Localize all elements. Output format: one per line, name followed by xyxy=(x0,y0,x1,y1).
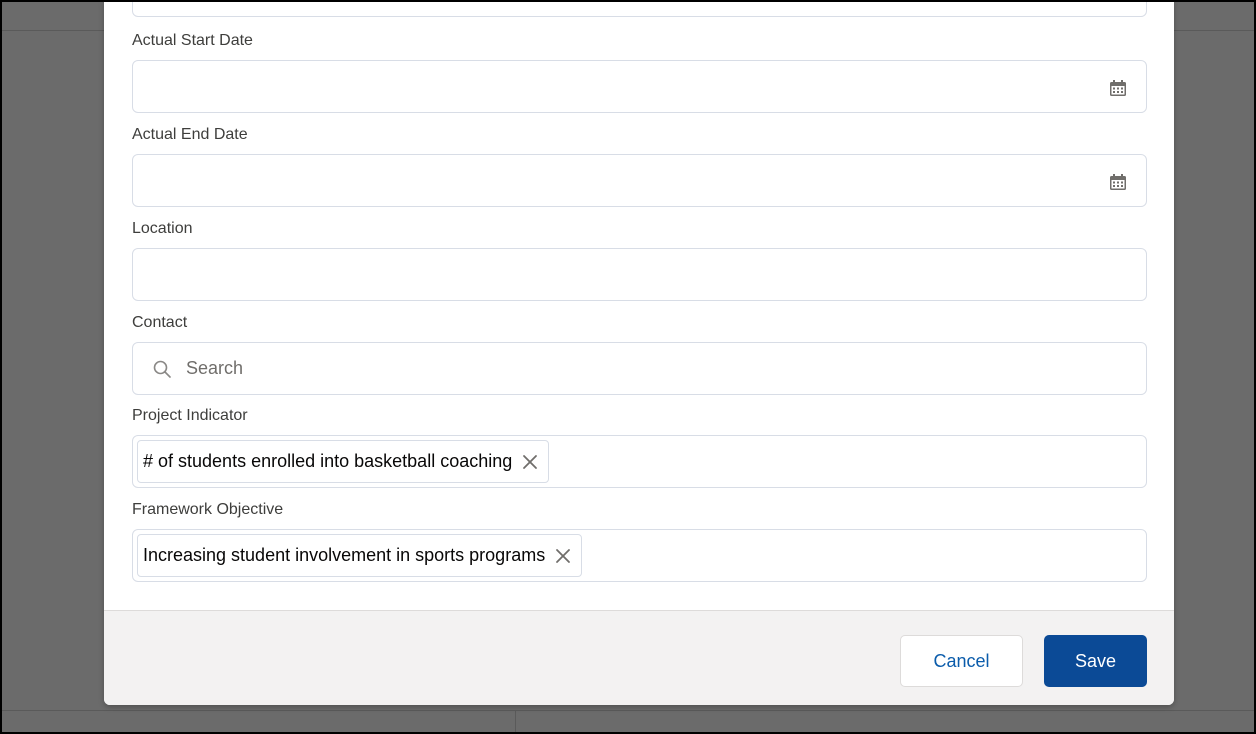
actual-end-date-label: Actual End Date xyxy=(132,126,248,143)
framework-objective-pill: Increasing student involvement in sports… xyxy=(137,534,583,577)
location-label: Location xyxy=(132,220,193,237)
save-button[interactable]: Save xyxy=(1044,635,1147,687)
actual-start-date-label: Actual Start Date xyxy=(132,32,253,49)
contact-search-placeholder: Search xyxy=(186,358,244,378)
contact-lookup-input[interactable]: Search xyxy=(132,342,1147,395)
modal-body: Actual Start Date Actual End Date Locati… xyxy=(104,0,1174,610)
search-icon xyxy=(153,360,171,378)
project-indicator-pill: # of students enrolled into basketball c… xyxy=(137,440,550,483)
project-indicator-pill-label: # of students enrolled into basketball c… xyxy=(143,451,513,471)
previous-field-input[interactable] xyxy=(132,0,1147,17)
calendar-icon[interactable] xyxy=(1108,172,1128,192)
contact-label: Contact xyxy=(132,314,188,331)
close-icon[interactable] xyxy=(522,454,538,470)
calendar-icon[interactable] xyxy=(1108,78,1128,98)
framework-objective-field[interactable]: Increasing student involvement in sports… xyxy=(132,529,1147,582)
actual-start-date-field[interactable] xyxy=(132,60,1147,113)
framework-objective-pill-label: Increasing student involvement in sports… xyxy=(143,545,546,565)
framework-objective-label: Framework Objective xyxy=(132,501,284,518)
project-indicator-field[interactable]: # of students enrolled into basketball c… xyxy=(132,435,1147,488)
close-icon[interactable] xyxy=(555,548,571,564)
location-field[interactable] xyxy=(132,248,1147,301)
modal-footer: Cancel Save xyxy=(104,610,1174,705)
backdrop-divider xyxy=(0,710,1256,711)
project-indicator-label: Project Indicator xyxy=(132,407,248,424)
actual-end-date-field[interactable] xyxy=(132,154,1147,207)
backdrop-divider xyxy=(515,710,516,734)
cancel-button[interactable]: Cancel xyxy=(900,635,1023,687)
edit-record-modal: Actual Start Date Actual End Date Locati… xyxy=(104,0,1174,705)
